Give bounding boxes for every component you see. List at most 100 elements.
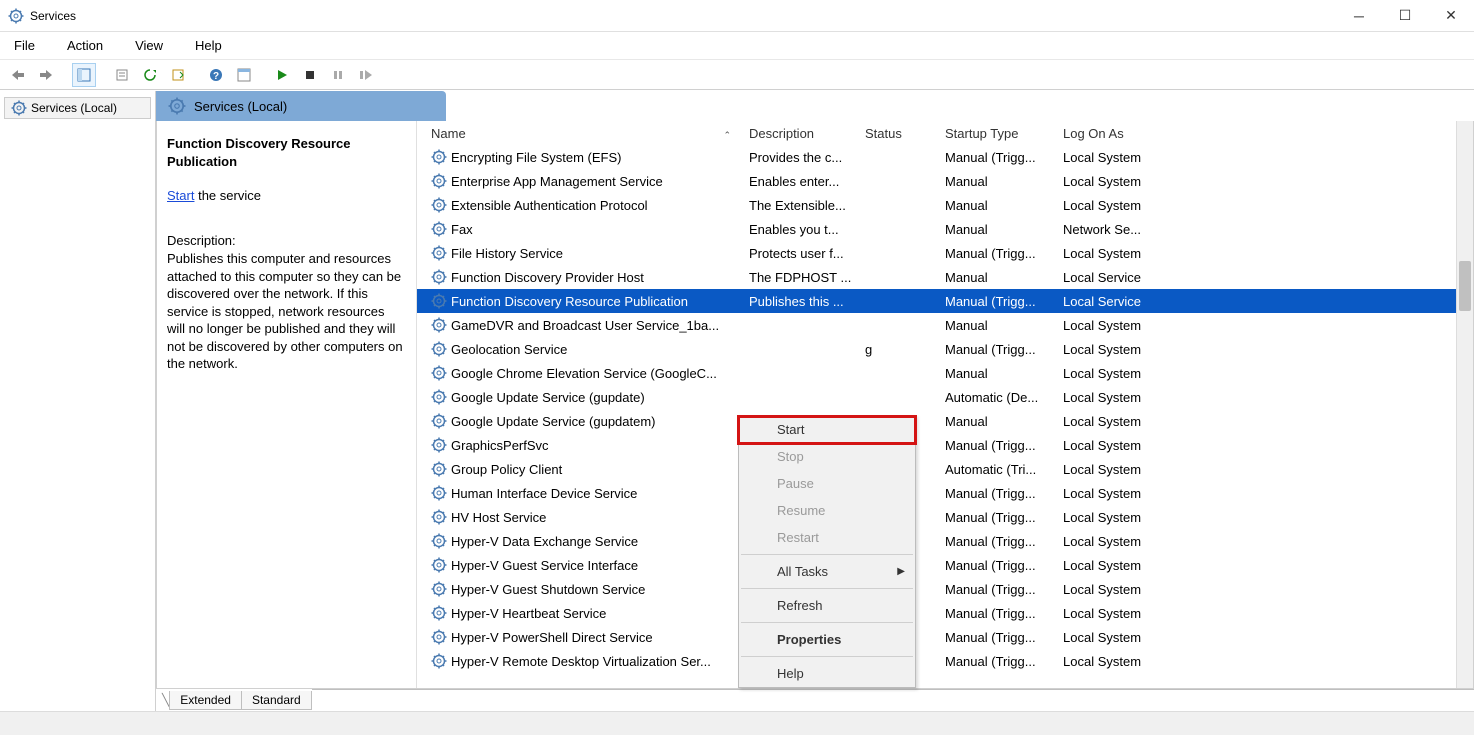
service-logon-text: Local System	[1057, 486, 1217, 501]
service-row[interactable]: Hyper-V PowerShell Direct ServiceProvide…	[417, 625, 1473, 649]
tab-extended[interactable]: Extended	[169, 691, 242, 710]
service-logon-text: Local System	[1057, 414, 1217, 429]
service-name-text: Hyper-V Data Exchange Service	[451, 534, 638, 549]
ctx-properties[interactable]: Properties	[739, 626, 915, 653]
service-name-text: HV Host Service	[451, 510, 546, 525]
vertical-scrollbar[interactable]	[1456, 121, 1473, 688]
service-rows: Encrypting File System (EFS)Provides the…	[417, 145, 1473, 673]
col-header-startup[interactable]: Startup Type	[939, 126, 1057, 141]
service-icon	[431, 365, 447, 381]
service-row[interactable]: Google Chrome Elevation Service (GoogleC…	[417, 361, 1473, 385]
service-row[interactable]: FaxEnables you t...ManualNetwork Se...	[417, 217, 1473, 241]
minimize-button[interactable]: ─	[1336, 0, 1382, 31]
service-startup-text: Manual	[939, 198, 1057, 213]
show-hide-tree-button[interactable]	[72, 63, 96, 87]
service-icon	[431, 197, 447, 213]
service-row[interactable]: Hyper-V Guest Shutdown ServiceManual (Tr…	[417, 577, 1473, 601]
restart-service-toolbar-button[interactable]	[354, 63, 378, 87]
refresh-toolbar-button[interactable]	[138, 63, 162, 87]
col-header-description[interactable]: Description	[743, 126, 859, 141]
service-row[interactable]: Hyper-V Guest Service InterfaceManual (T…	[417, 553, 1473, 577]
ctx-help[interactable]: Help	[739, 660, 915, 687]
service-row[interactable]: File History ServiceProtects user f...Ma…	[417, 241, 1473, 265]
help-toolbar-button[interactable]: ?	[204, 63, 228, 87]
service-logon-text: Local System	[1057, 534, 1217, 549]
start-service-link[interactable]: Start	[167, 188, 194, 203]
detail-service-name: Function Discovery Resource Publication	[167, 135, 406, 170]
ctx-restart: Restart	[739, 524, 915, 551]
forward-button[interactable]	[34, 63, 58, 87]
service-icon	[431, 317, 447, 333]
service-row[interactable]: Geolocation ServicegManual (Trigg...Loca…	[417, 337, 1473, 361]
export-list-button[interactable]	[166, 63, 190, 87]
content-header-label: Services (Local)	[194, 99, 287, 114]
service-row[interactable]: Hyper-V Remote Desktop Virtualization Se…	[417, 649, 1473, 673]
ctx-sep-1	[741, 554, 913, 555]
service-desc-text: Provides the c...	[743, 150, 859, 165]
service-startup-text: Manual	[939, 174, 1057, 189]
detail-desc-label: Description:	[167, 233, 406, 248]
ctx-all-tasks[interactable]: All Tasks ▶	[739, 558, 915, 585]
service-row[interactable]: Enterprise App Management ServiceEnables…	[417, 169, 1473, 193]
highlight-box	[737, 415, 917, 445]
menu-action[interactable]: Action	[61, 36, 109, 55]
detail-pane: Function Discovery Resource Publication …	[157, 121, 417, 688]
service-row[interactable]: Function Discovery Resource PublicationP…	[417, 289, 1473, 313]
show-hide-action-pane-button[interactable]	[232, 63, 256, 87]
col-header-logon[interactable]: Log On As	[1057, 126, 1217, 141]
svg-text:?: ?	[213, 71, 219, 82]
tree-node-services-local[interactable]: Services (Local)	[4, 97, 151, 119]
col-header-name[interactable]: Name⌃	[425, 126, 743, 141]
service-row[interactable]: Encrypting File System (EFS)Provides the…	[417, 145, 1473, 169]
service-icon	[431, 533, 447, 549]
service-desc-text: Protects user f...	[743, 246, 859, 261]
service-startup-text: Manual (Trigg...	[939, 246, 1057, 261]
close-button[interactable]: ✕	[1428, 0, 1474, 31]
start-service-toolbar-button[interactable]	[270, 63, 294, 87]
service-name-text: Group Policy Client	[451, 462, 562, 477]
service-row[interactable]: GraphicsPerfSvcManual (Trigg...Local Sys…	[417, 433, 1473, 457]
service-row[interactable]: HV Host ServiceManual (Trigg...Local Sys…	[417, 505, 1473, 529]
service-name-text: Google Update Service (gupdatem)	[451, 414, 656, 429]
col-header-status[interactable]: Status	[859, 126, 939, 141]
service-row[interactable]: Function Discovery Provider HostThe FDPH…	[417, 265, 1473, 289]
service-startup-text: Manual	[939, 270, 1057, 285]
properties-toolbar-button[interactable]	[110, 63, 134, 87]
service-row[interactable]: Group Policy ClientgAutomatic (Tri...Loc…	[417, 457, 1473, 481]
ctx-start[interactable]: Start	[739, 416, 915, 443]
service-startup-text: Manual (Trigg...	[939, 150, 1057, 165]
window-title: Services	[30, 9, 1336, 23]
menu-view[interactable]: View	[129, 36, 169, 55]
service-startup-text: Manual (Trigg...	[939, 630, 1057, 645]
ctx-refresh[interactable]: Refresh	[739, 592, 915, 619]
ctx-resume: Resume	[739, 497, 915, 524]
service-name-text: Hyper-V PowerShell Direct Service	[451, 630, 653, 645]
service-desc-text: The Extensible...	[743, 198, 859, 213]
pause-service-toolbar-button[interactable]	[326, 63, 350, 87]
services-header-icon	[168, 97, 186, 115]
service-row[interactable]: GameDVR and Broadcast User Service_1ba..…	[417, 313, 1473, 337]
service-row[interactable]: Hyper-V Heartbeat ServiceMonitors the ..…	[417, 601, 1473, 625]
service-icon	[431, 557, 447, 573]
service-row[interactable]: Hyper-V Data Exchange ServiceManual (Tri…	[417, 529, 1473, 553]
service-icon	[431, 293, 447, 309]
service-name-text: GraphicsPerfSvc	[451, 438, 549, 453]
service-desc-text: Enables enter...	[743, 174, 859, 189]
maximize-button[interactable]: ☐	[1382, 0, 1428, 31]
stop-service-toolbar-button[interactable]	[298, 63, 322, 87]
scrollbar-thumb[interactable]	[1459, 261, 1471, 311]
service-icon	[431, 581, 447, 597]
menu-file[interactable]: File	[8, 36, 41, 55]
service-icon	[431, 437, 447, 453]
service-name-text: Google Chrome Elevation Service (GoogleC…	[451, 366, 717, 381]
service-logon-text: Local Service	[1057, 270, 1217, 285]
menu-help[interactable]: Help	[189, 36, 228, 55]
service-row[interactable]: Human Interface Device ServiceManual (Tr…	[417, 481, 1473, 505]
tab-standard[interactable]: Standard	[241, 691, 312, 710]
service-logon-text: Local System	[1057, 390, 1217, 405]
back-button[interactable]	[6, 63, 30, 87]
menubar: File Action View Help	[0, 32, 1474, 60]
service-row[interactable]: Extensible Authentication ProtocolThe Ex…	[417, 193, 1473, 217]
service-row[interactable]: Google Update Service (gupdatem)ManualLo…	[417, 409, 1473, 433]
service-row[interactable]: Google Update Service (gupdate)Automatic…	[417, 385, 1473, 409]
